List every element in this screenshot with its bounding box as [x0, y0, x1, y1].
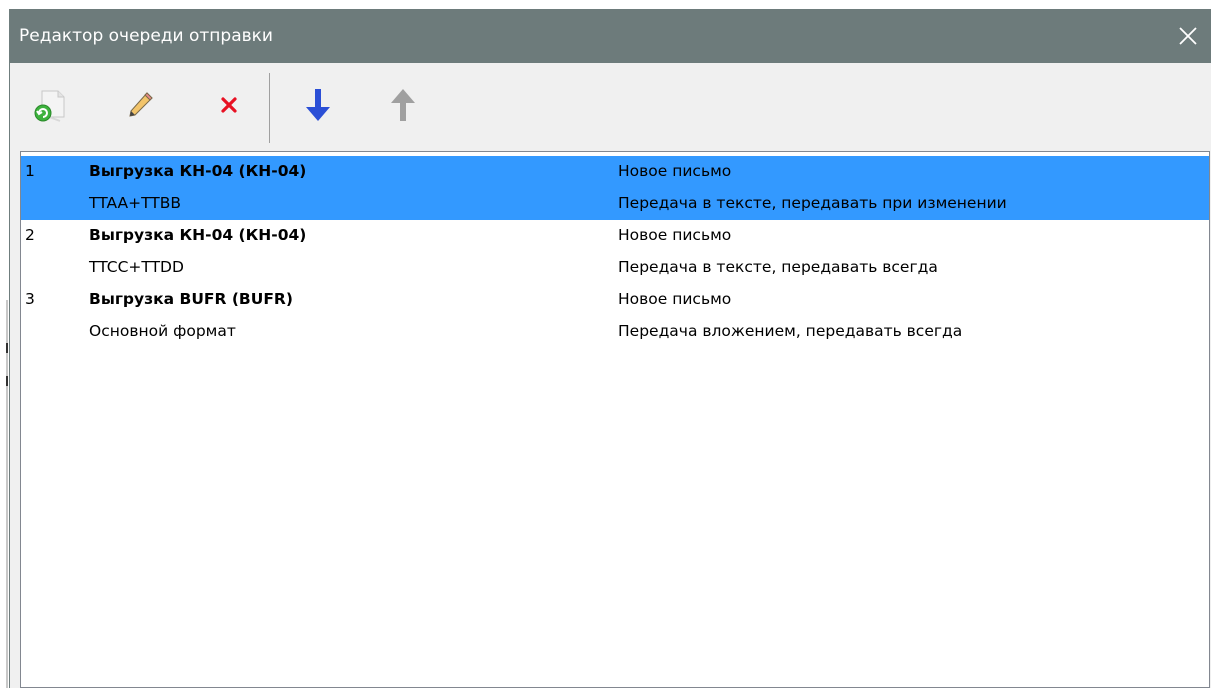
add-document-icon — [34, 90, 65, 122]
queue-item-name: Выгрузка КН-04 (КН-04) — [89, 162, 307, 180]
arrow-up-icon — [391, 89, 415, 121]
background-window-fragment — [6, 343, 8, 353]
send-queue-editor-dialog: Редактор очереди отправки 1 Выгрузка КН-… — [9, 9, 1211, 688]
arrow-down-icon — [306, 89, 330, 121]
close-icon — [1179, 27, 1197, 45]
queue-item-format: Основной формат — [89, 322, 236, 340]
queue-item[interactable]: 3 Выгрузка BUFR (BUFR) Основной формат Н… — [21, 284, 1209, 348]
queue-item-type: Новое письмо — [618, 290, 732, 308]
screen: Редактор очереди отправки 1 Выгрузка КН-… — [0, 0, 1211, 688]
queue-item-number: 2 — [25, 226, 35, 244]
window-title: Редактор очереди отправки — [19, 26, 273, 46]
queue-item-mode: Передача вложением, передавать всегда — [618, 322, 963, 340]
red-cross-icon — [221, 97, 237, 113]
title-bar[interactable]: Редактор очереди отправки — [10, 9, 1211, 63]
send-queue-list[interactable]: 1 Выгрузка КН-04 (КН-04) TTAA+TTBB Новое… — [20, 151, 1210, 688]
queue-item-mode: Передача в тексте, передавать всегда — [618, 258, 938, 276]
queue-item-format: TTAA+TTBB — [89, 194, 182, 212]
queue-item[interactable]: 1 Выгрузка КН-04 (КН-04) TTAA+TTBB Новое… — [21, 156, 1209, 220]
queue-item-number: 1 — [25, 162, 35, 180]
queue-item-number: 3 — [25, 290, 35, 308]
queue-item[interactable]: 2 Выгрузка КН-04 (КН-04) TTCC+TTDD Новое… — [21, 220, 1209, 284]
move-down-button[interactable] — [296, 83, 340, 127]
background-window-border — [6, 300, 8, 688]
pencil-icon — [129, 92, 153, 117]
toolbar-separator — [269, 73, 270, 143]
background-window-fragment — [6, 376, 8, 386]
close-button[interactable] — [1165, 9, 1211, 63]
add-button[interactable] — [28, 83, 72, 127]
queue-item-name: Выгрузка BUFR (BUFR) — [89, 290, 293, 308]
toolbar — [10, 63, 1211, 151]
edit-button[interactable] — [119, 83, 163, 127]
move-up-button[interactable] — [381, 83, 425, 127]
queue-item-format: TTCC+TTDD — [89, 258, 184, 276]
delete-button[interactable] — [207, 83, 251, 127]
queue-item-type: Новое письмо — [618, 226, 732, 244]
queue-item-mode: Передача в тексте, передавать при измене… — [618, 194, 1007, 212]
queue-item-type: Новое письмо — [618, 162, 732, 180]
queue-item-name: Выгрузка КН-04 (КН-04) — [89, 226, 307, 244]
